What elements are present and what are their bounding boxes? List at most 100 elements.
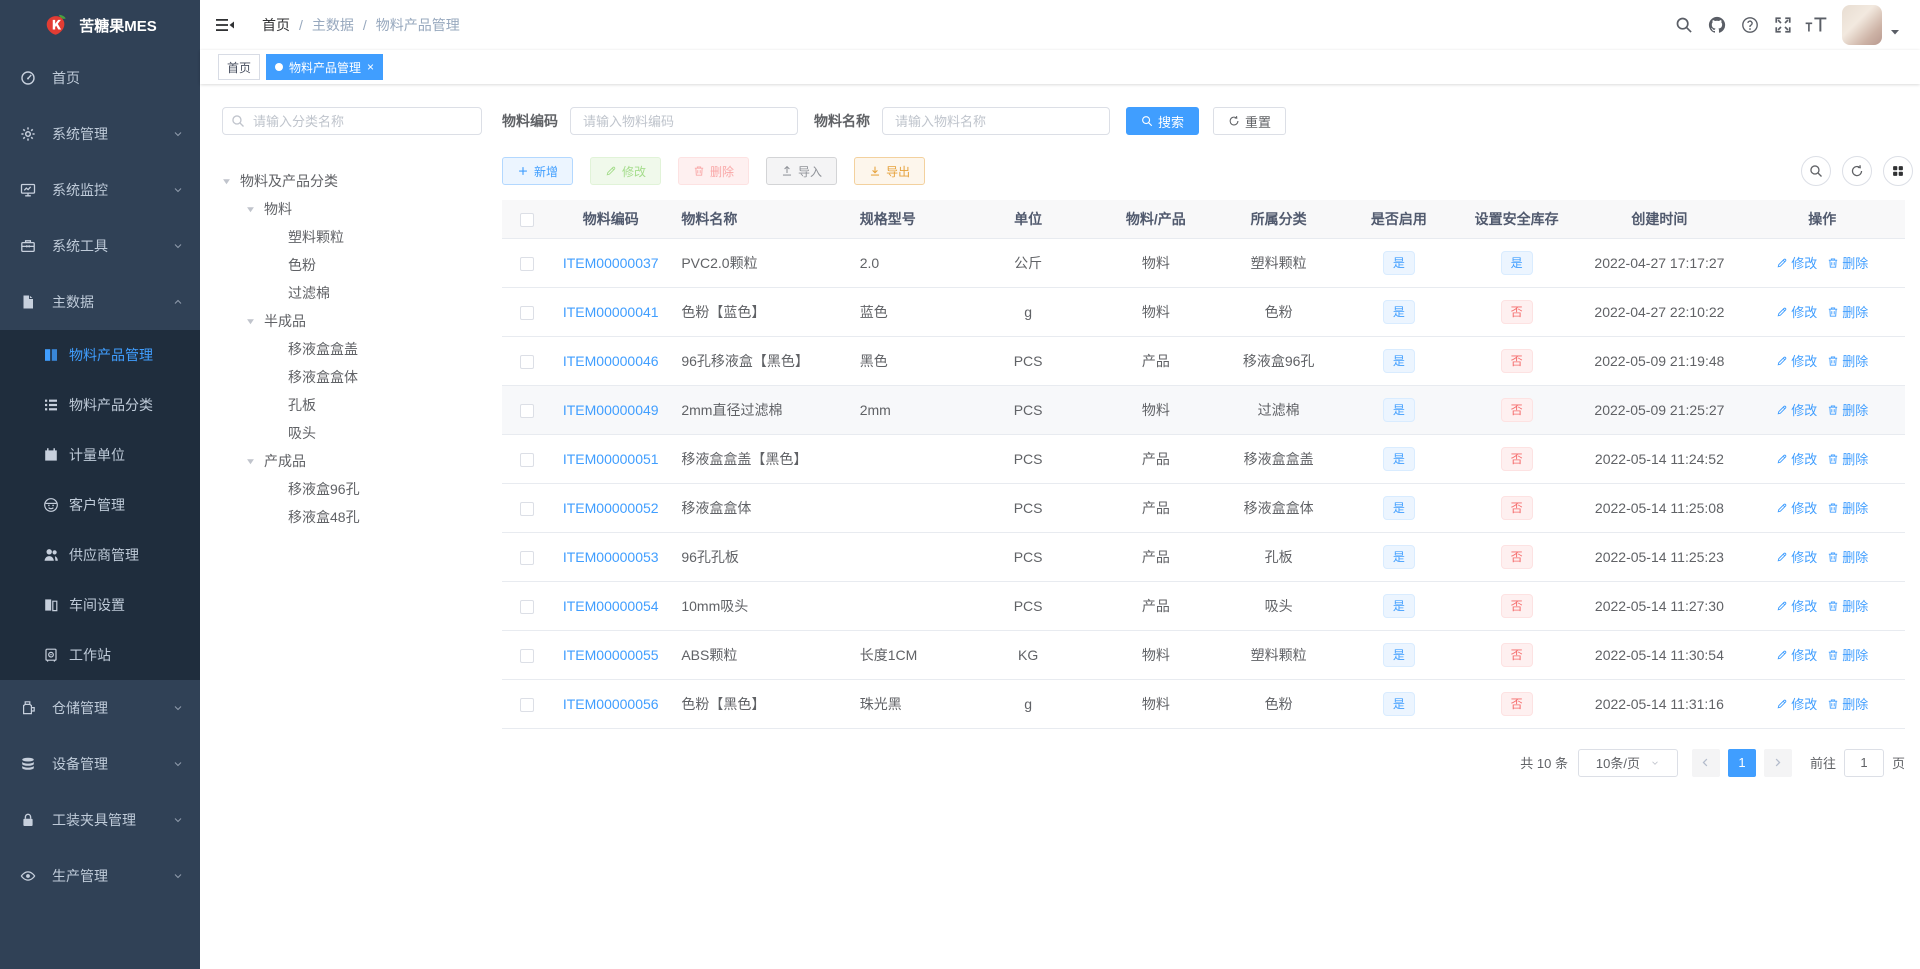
logo[interactable]: 苦糖果MES xyxy=(0,0,200,50)
material-code-link[interactable]: ITEM00000056 xyxy=(563,696,659,712)
page-size-select[interactable]: 10条/页 xyxy=(1577,748,1678,777)
tree-node[interactable]: 移液盒盒体 xyxy=(222,363,482,391)
material-code-link[interactable]: ITEM00000046 xyxy=(563,353,659,369)
row-edit-link[interactable]: 修改 xyxy=(1776,498,1817,517)
row-checkbox[interactable] xyxy=(520,256,535,271)
sidebar-item-measure-unit[interactable]: 计量单位 xyxy=(0,430,200,480)
tree-node[interactable]: 色粉 xyxy=(222,251,482,279)
sidebar-item-system-tools[interactable]: 系统工具 xyxy=(0,218,200,274)
sidebar-item-system-management[interactable]: 系统管理 xyxy=(0,106,200,162)
refresh-table-button[interactable] xyxy=(1842,156,1872,186)
material-code-link[interactable]: ITEM00000055 xyxy=(563,647,659,663)
import-button[interactable]: 导入 xyxy=(766,157,838,185)
breadcrumb-item[interactable]: 首页 xyxy=(262,15,290,35)
tree-node[interactable]: 产成品 xyxy=(222,447,482,475)
row-edit-link[interactable]: 修改 xyxy=(1776,351,1817,370)
row-edit-link[interactable]: 修改 xyxy=(1776,596,1817,615)
row-checkbox[interactable] xyxy=(520,501,535,516)
sidebar-item-supplier-management[interactable]: 供应商管理 xyxy=(0,530,200,580)
sidebar-item-production-management[interactable]: 生产管理 xyxy=(0,848,200,904)
reset-button[interactable]: 重置 xyxy=(1213,107,1287,135)
tree-node[interactable]: 移液盒盒盖 xyxy=(222,335,482,363)
sidebar-item-system-monitor[interactable]: 系统监控 xyxy=(0,162,200,218)
row-edit-link[interactable]: 修改 xyxy=(1776,547,1817,566)
select-all-checkbox[interactable] xyxy=(520,212,535,227)
tree-node[interactable]: 吸头 xyxy=(222,419,482,447)
material-code-link[interactable]: ITEM00000052 xyxy=(563,500,659,516)
tree-node[interactable]: 物料及产品分类 xyxy=(222,167,482,195)
row-checkbox[interactable] xyxy=(520,599,535,614)
prev-page-button[interactable] xyxy=(1691,748,1720,777)
github-icon[interactable] xyxy=(1700,0,1733,50)
sidebar-item-home[interactable]: 首页 xyxy=(0,50,200,106)
tree-node[interactable]: 半成品 xyxy=(222,307,482,335)
export-button[interactable]: 导出 xyxy=(854,157,926,185)
row-edit-link[interactable]: 修改 xyxy=(1776,645,1817,664)
row-checkbox[interactable] xyxy=(520,403,535,418)
page-number-button[interactable]: 1 xyxy=(1727,748,1756,777)
row-delete-link[interactable]: 删除 xyxy=(1827,449,1868,468)
next-page-button[interactable] xyxy=(1763,748,1792,777)
tree-node[interactable]: 移液盒96孔 xyxy=(222,475,482,503)
sidebar-toggle-icon[interactable] xyxy=(200,0,250,50)
sidebar-item-workstation[interactable]: 工作站 xyxy=(0,630,200,680)
sidebar-item-customer-management[interactable]: 客户管理 xyxy=(0,480,200,530)
row-edit-link[interactable]: 修改 xyxy=(1776,253,1817,272)
material-code-link[interactable]: ITEM00000037 xyxy=(563,255,659,271)
show-search-button[interactable] xyxy=(1801,156,1831,186)
row-checkbox[interactable] xyxy=(520,354,535,369)
material-code-link[interactable]: ITEM00000051 xyxy=(563,451,659,467)
row-delete-link[interactable]: 删除 xyxy=(1827,547,1868,566)
material-code-link[interactable]: ITEM00000041 xyxy=(563,304,659,320)
row-checkbox[interactable] xyxy=(520,648,535,663)
sidebar-item-warehouse-management[interactable]: 仓储管理 xyxy=(0,680,200,736)
fullscreen-icon[interactable] xyxy=(1766,0,1799,50)
close-icon[interactable]: × xyxy=(367,61,374,73)
row-delete-link[interactable]: 删除 xyxy=(1827,645,1868,664)
font-size-icon[interactable] xyxy=(1799,0,1832,50)
avatar[interactable] xyxy=(1842,5,1882,45)
tree-node[interactable]: 移液盒48孔 xyxy=(222,503,482,531)
tree-node[interactable]: 物料 xyxy=(222,195,482,223)
question-icon[interactable] xyxy=(1733,0,1766,50)
material-code-input[interactable] xyxy=(570,107,798,135)
row-edit-link[interactable]: 修改 xyxy=(1776,694,1817,713)
row-checkbox[interactable] xyxy=(520,305,535,320)
sidebar-item-material-product-management[interactable]: 物料产品管理 xyxy=(0,330,200,380)
material-code-link[interactable]: ITEM00000053 xyxy=(563,549,659,565)
material-code-link[interactable]: ITEM00000054 xyxy=(563,598,659,614)
tab-active[interactable]: 物料产品管理 × xyxy=(266,54,384,80)
add-button[interactable]: 新增 xyxy=(502,157,574,185)
sidebar-item-master-data[interactable]: 主数据 xyxy=(0,274,200,330)
row-delete-link[interactable]: 删除 xyxy=(1827,351,1868,370)
row-delete-link[interactable]: 删除 xyxy=(1827,400,1868,419)
material-code-link[interactable]: ITEM00000049 xyxy=(563,402,659,418)
row-checkbox[interactable] xyxy=(520,697,535,712)
tree-node[interactable]: 过滤棉 xyxy=(222,279,482,307)
row-delete-link[interactable]: 删除 xyxy=(1827,302,1868,321)
goto-page-input[interactable] xyxy=(1843,748,1884,777)
material-name-input[interactable] xyxy=(882,107,1110,135)
breadcrumb-item[interactable]: 主数据 xyxy=(312,15,354,35)
row-edit-link[interactable]: 修改 xyxy=(1776,302,1817,321)
delete-button[interactable]: 删除 xyxy=(678,157,750,185)
sidebar-item-fixture-management[interactable]: 工装夹具管理 xyxy=(0,792,200,848)
tree-node[interactable]: 孔板 xyxy=(222,391,482,419)
row-edit-link[interactable]: 修改 xyxy=(1776,449,1817,468)
search-icon[interactable] xyxy=(1667,0,1700,50)
row-delete-link[interactable]: 删除 xyxy=(1827,253,1868,272)
row-delete-link[interactable]: 删除 xyxy=(1827,694,1868,713)
tree-node[interactable]: 塑料颗粒 xyxy=(222,223,482,251)
row-delete-link[interactable]: 删除 xyxy=(1827,596,1868,615)
row-edit-link[interactable]: 修改 xyxy=(1776,400,1817,419)
edit-button[interactable]: 修改 xyxy=(590,157,662,185)
sidebar-item-workshop-settings[interactable]: 车间设置 xyxy=(0,580,200,630)
user-menu[interactable] xyxy=(1842,5,1900,45)
tab-item[interactable]: 首页 xyxy=(218,54,261,80)
column-settings-button[interactable] xyxy=(1883,156,1913,186)
sidebar-item-material-product-category[interactable]: 物料产品分类 xyxy=(0,380,200,430)
row-delete-link[interactable]: 删除 xyxy=(1827,498,1868,517)
category-search-input[interactable] xyxy=(222,107,482,135)
row-checkbox[interactable] xyxy=(520,550,535,565)
sidebar-item-equipment-management[interactable]: 设备管理 xyxy=(0,736,200,792)
